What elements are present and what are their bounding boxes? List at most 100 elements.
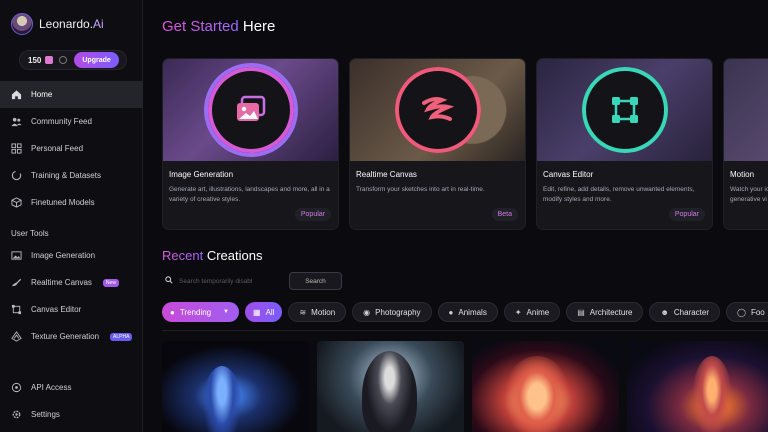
sidebar: Leonardo.Ai 150 Upgrade Home Community F… — [0, 0, 143, 432]
filter-label: Photography — [375, 307, 421, 317]
card-tag: Popular — [668, 208, 705, 221]
chevron-down-icon: ▼ — [223, 309, 229, 315]
paw-icon: ● — [448, 307, 454, 317]
nav-community-feed[interactable]: Community Feed — [0, 108, 143, 135]
cube-icon — [11, 197, 22, 208]
motion-icon: ≋ — [299, 307, 307, 317]
recent-creations-heading: Recent Creations — [162, 248, 263, 263]
nav-home[interactable]: Home — [0, 81, 143, 108]
nav-texture-generation[interactable]: Texture Generation ALPHA — [0, 323, 143, 350]
card-image-generation[interactable]: Image Generation Generate art, illustrat… — [162, 58, 339, 230]
search-box — [162, 273, 284, 289]
creations-gallery — [162, 341, 768, 432]
filter-anime[interactable]: ✦ Anime — [503, 302, 561, 322]
creation-thumbnail[interactable] — [472, 341, 619, 432]
nav-realtime-canvas[interactable]: Realtime Canvas New — [0, 269, 143, 296]
image-generation-icon — [207, 67, 294, 153]
nav-personal-feed[interactable]: Personal Feed — [0, 135, 143, 162]
filter-photography[interactable]: ◉ Photography — [352, 302, 432, 322]
card-description: Transform your sketches into art in real… — [356, 186, 485, 193]
card-image — [350, 59, 525, 161]
filter-character[interactable]: ☻ Character — [649, 302, 721, 322]
image-icon — [11, 250, 22, 261]
nav-image-generation[interactable]: Image Generation — [0, 242, 143, 269]
realtime-canvas-icon — [394, 67, 481, 153]
nav-finetuned-models[interactable]: Finetuned Models — [0, 189, 143, 216]
filter-label: Architecture — [589, 307, 633, 317]
creation-thumbnail[interactable] — [627, 341, 768, 432]
filter-label: Anime — [526, 307, 550, 317]
refresh-icon — [11, 170, 22, 181]
card-realtime-canvas[interactable]: Realtime Canvas Transform your sketches … — [349, 58, 526, 230]
nav-label: Training & Datasets — [31, 171, 101, 180]
nav-canvas-editor[interactable]: Canvas Editor — [0, 296, 143, 323]
upgrade-button[interactable]: Upgrade — [74, 52, 119, 68]
brand-name: Leonardo.Ai — [39, 17, 104, 31]
bottom-nav: API Access Settings — [0, 374, 143, 428]
card-image — [724, 59, 768, 161]
grid-icon — [11, 143, 22, 154]
filter-all[interactable]: ▦ All — [245, 302, 283, 322]
nav-label: Finetuned Models — [31, 198, 95, 207]
nav-label: Realtime Canvas — [31, 278, 92, 287]
filter-motion[interactable]: ≋ Motion — [288, 302, 347, 322]
filter-animals[interactable]: ● Animals — [437, 302, 498, 322]
card-title: Motion — [730, 170, 755, 179]
grid-icon: ▦ — [253, 307, 261, 317]
filter-food[interactable]: ◯ Foo — [726, 302, 768, 322]
nav-training-datasets[interactable]: Training & Datasets — [0, 162, 143, 189]
page-title: Get Started Here — [162, 18, 276, 35]
nav-label: Personal Feed — [31, 144, 84, 153]
gear-icon — [11, 409, 22, 420]
crop-icon — [11, 304, 22, 315]
card-description: Generate art, illustrations, landscapes … — [169, 186, 330, 203]
card-canvas-editor[interactable]: Canvas Editor Edit, refine, add details,… — [536, 58, 713, 230]
nav-label: Canvas Editor — [31, 305, 82, 314]
search-input[interactable] — [179, 277, 283, 285]
card-image — [537, 59, 712, 161]
token-icon — [45, 56, 54, 64]
main-nav: Home Community Feed Personal Feed Traini… — [0, 81, 143, 216]
info-icon[interactable] — [59, 56, 68, 64]
card-image — [163, 59, 338, 161]
card-motion[interactable]: Motion Watch your ic generative vi — [723, 58, 768, 230]
nav-label: Home — [31, 90, 53, 99]
api-icon — [11, 382, 22, 393]
credit-pill: 150 Upgrade — [19, 50, 127, 70]
users-icon — [11, 116, 22, 127]
creation-thumbnail[interactable] — [162, 341, 309, 432]
filter-architecture[interactable]: ▤ Architecture — [566, 302, 644, 322]
filter-label: Foo — [750, 307, 765, 317]
divider — [162, 330, 768, 331]
card-title: Realtime Canvas — [356, 170, 417, 179]
trending-label: Trending — [179, 307, 212, 317]
nav-label: Settings — [31, 410, 60, 419]
nav-api-access[interactable]: API Access — [0, 374, 143, 401]
card-description: Watch your ic generative vi — [730, 186, 768, 203]
flame-icon: ● — [170, 307, 175, 317]
user-tools-heading: User Tools — [11, 229, 49, 238]
canvas-editor-icon — [581, 67, 668, 153]
nav-label: Texture Generation — [31, 332, 100, 341]
filter-label: Animals — [458, 307, 487, 317]
card-tag: Popular — [294, 208, 331, 221]
filter-label: Motion — [311, 307, 336, 317]
nav-settings[interactable]: Settings — [0, 401, 143, 428]
main-content: Get Started Here Image Generation Genera… — [144, 0, 768, 432]
food-icon: ◯ — [737, 307, 746, 317]
nav-label: Community Feed — [31, 117, 92, 126]
filter-bar: ● Trending ▼ ▦ All ≋ Motion ◉ Photograph… — [162, 302, 768, 322]
tools-nav: Image Generation Realtime Canvas New Can… — [0, 242, 143, 350]
trending-dropdown[interactable]: ● Trending ▼ — [162, 302, 239, 322]
card-description: Edit, refine, add details, remove unwant… — [543, 186, 695, 203]
nav-label: API Access — [31, 383, 72, 392]
search-button[interactable]: Search — [289, 272, 342, 290]
brand[interactable]: Leonardo.Ai — [11, 13, 104, 35]
card-title: Image Generation — [169, 170, 234, 179]
building-icon: ▤ — [577, 307, 585, 317]
creation-thumbnail[interactable] — [317, 341, 464, 432]
texture-icon — [11, 331, 22, 342]
avatar[interactable] — [11, 13, 33, 35]
home-icon — [11, 89, 22, 100]
search-icon — [165, 276, 173, 286]
